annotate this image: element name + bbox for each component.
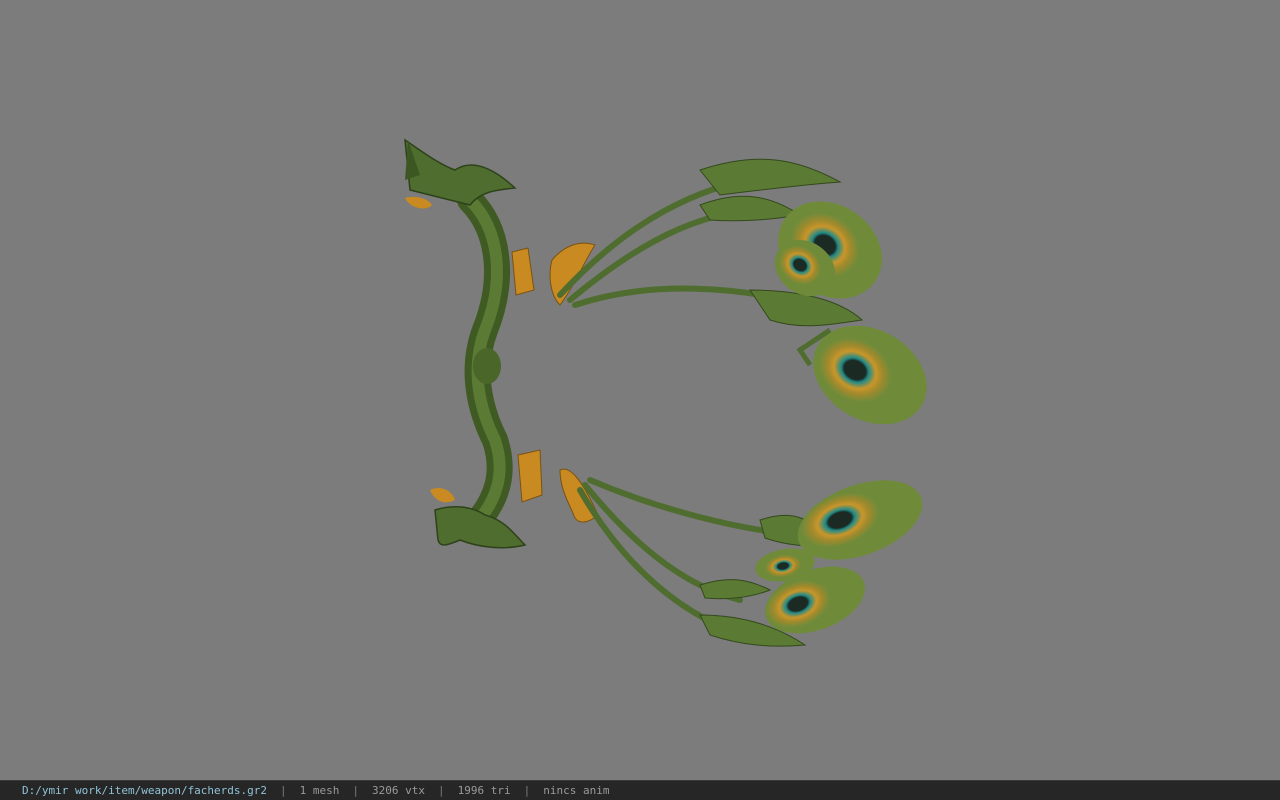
animation-info: nincs anim — [543, 784, 610, 797]
separator: | — [523, 784, 531, 797]
mesh-count: 1 mesh — [299, 784, 340, 797]
bow-stem — [457, 187, 513, 543]
top-bird-head — [404, 138, 517, 209]
separator: | — [352, 784, 360, 797]
bottom-bird-head — [430, 488, 527, 549]
vertex-count: 3206 vtx — [372, 784, 426, 797]
lower-peacock-feathers — [755, 480, 923, 634]
status-bar: D:/ymir work/item/weapon/facherds.gr2 | … — [0, 780, 1280, 800]
peacock-feather-bow-model — [404, 138, 927, 647]
separator: | — [438, 784, 445, 797]
file-path: D:/ymir work/item/weapon/facherds.gr2 — [22, 784, 268, 797]
separator: | — [280, 784, 287, 797]
3d-viewport[interactable] — [0, 0, 1280, 780]
triangle-count: 1996 tri — [457, 784, 511, 797]
